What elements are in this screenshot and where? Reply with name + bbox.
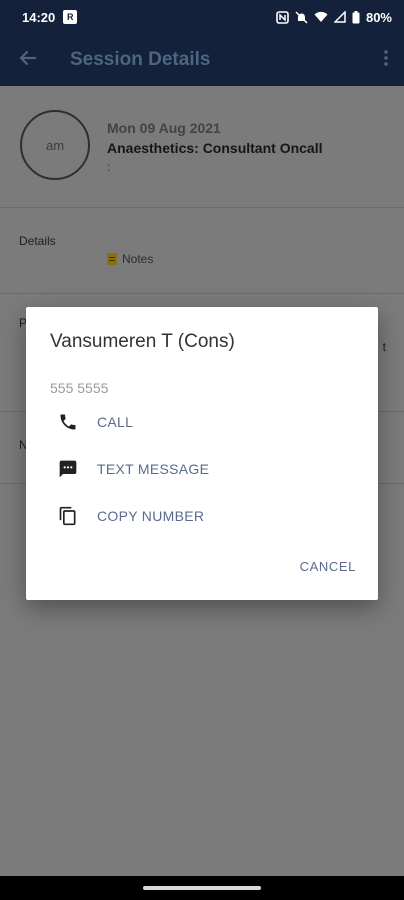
session-header: am Mon 09 Aug 2021 Anaesthetics: Consult… <box>0 86 404 208</box>
nfc-icon <box>276 10 289 24</box>
battery-percent: 80% <box>365 9 392 25</box>
copy-icon <box>50 502 90 530</box>
notification-badge: R <box>63 10 78 24</box>
battery-icon <box>352 10 360 24</box>
notes-label: Notes <box>122 252 154 266</box>
copy-number-label: COPY NUMBER <box>97 508 205 524</box>
session-subtitle: : <box>107 160 111 174</box>
session-date: Mon 09 Aug 2021 <box>107 120 221 136</box>
text-message-action[interactable]: TEXT MESSAGE <box>50 452 350 486</box>
contact-dialog: Vansumeren T (Cons) 555 5555 CALL TEXT M… <box>26 307 378 600</box>
notes-link[interactable]: Notes <box>107 252 153 266</box>
arrow-back-icon <box>19 49 37 72</box>
call-action[interactable]: CALL <box>50 405 350 439</box>
people-row-value: t <box>382 340 386 354</box>
wifi-icon <box>314 11 328 23</box>
phone-number: 555 5555 <box>50 380 109 396</box>
text-message-label: TEXT MESSAGE <box>97 461 210 477</box>
avatar: am <box>20 110 90 180</box>
dialog-title: Vansumeren T (Cons) <box>50 331 235 352</box>
message-icon <box>50 455 90 483</box>
signal-icon <box>333 11 346 23</box>
home-indicator[interactable] <box>143 886 261 890</box>
app-bar: Session Details <box>0 34 404 86</box>
document-icon <box>107 253 117 265</box>
details-label: Details <box>19 234 56 248</box>
copy-number-action[interactable]: COPY NUMBER <box>50 499 350 533</box>
status-bar: 14:20 R 80% <box>0 0 404 34</box>
more-vert-icon <box>384 49 388 71</box>
call-label: CALL <box>97 414 134 430</box>
back-button[interactable] <box>0 34 56 86</box>
overflow-menu-button[interactable] <box>368 34 404 86</box>
cancel-button[interactable]: CANCEL <box>300 559 356 574</box>
phone-icon <box>50 408 90 436</box>
page-title: Session Details <box>70 49 211 70</box>
mute-icon <box>295 10 308 24</box>
status-time: 14:20 <box>22 9 56 25</box>
navigation-bar <box>0 876 404 900</box>
session-title: Anaesthetics: Consultant Oncall <box>107 140 323 156</box>
details-row: Details Notes <box>0 208 404 294</box>
status-icons: 80% <box>276 10 392 25</box>
